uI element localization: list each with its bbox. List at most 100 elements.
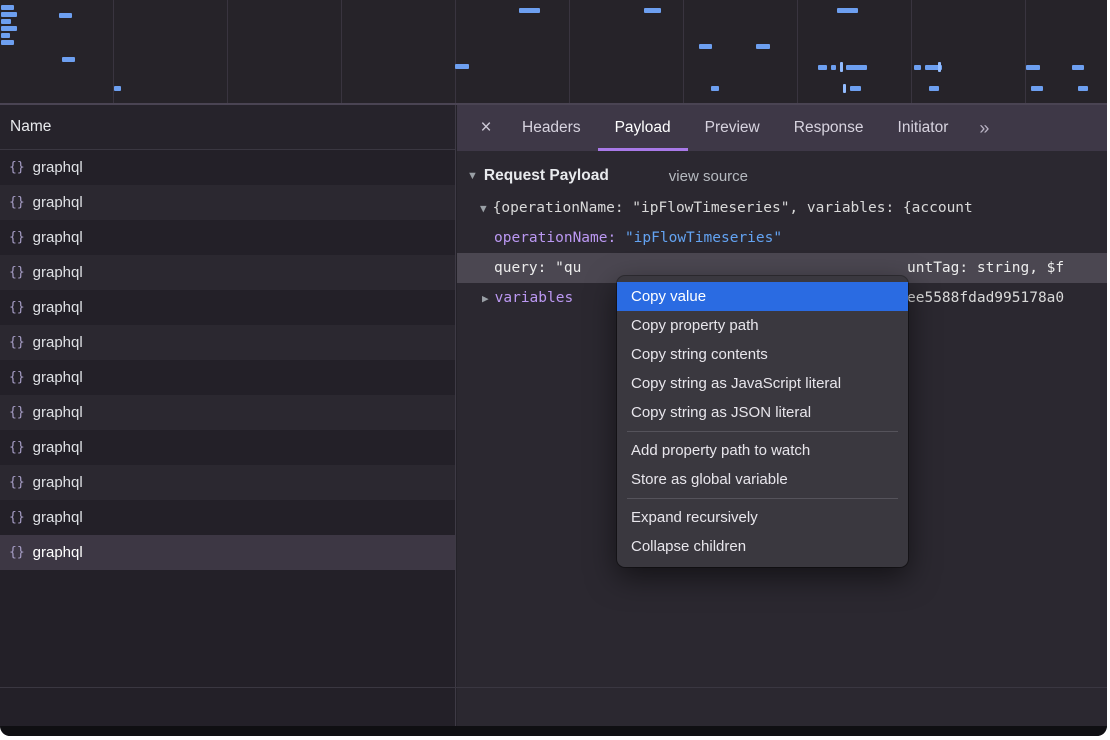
menu-separator: [627, 431, 898, 432]
menu-item-collapse-children[interactable]: Collapse children: [617, 532, 908, 561]
tab-payload[interactable]: Payload: [598, 105, 688, 151]
timeline-bar: [831, 65, 836, 70]
json-braces-icon: {}: [9, 545, 25, 560]
request-name: graphql: [33, 264, 83, 281]
timeline-bar: [519, 8, 540, 13]
json-braces-icon: {}: [9, 195, 25, 210]
timeline-bar: [1031, 86, 1043, 91]
timeline-bar: [1, 26, 17, 31]
request-name: graphql: [33, 369, 83, 386]
network-overview[interactable]: [0, 0, 1107, 105]
view-source-link[interactable]: view source: [669, 168, 748, 185]
footer-divider: [0, 687, 1107, 688]
payload-row-operationname[interactable]: operationName: "ipFlowTimeseries": [457, 223, 1107, 253]
timeline-bar: [846, 65, 867, 70]
overview-gridline: [911, 0, 912, 103]
timeline-bar: [699, 44, 712, 49]
json-braces-icon: {}: [9, 475, 25, 490]
network-panel: Name {} graphql {} graphql {} graphql {} graphq…: [0, 105, 1107, 726]
request-payload-section-header[interactable]: ▼ Request Payload view source: [457, 159, 1107, 193]
menu-item-copy-string-contents[interactable]: Copy string contents: [617, 340, 908, 369]
payload-root-row[interactable]: ▼ {operationName: "ipFlowTimeseries", var…: [457, 193, 1107, 223]
property-key: query:: [494, 260, 555, 276]
tab-initiator[interactable]: Initiator: [881, 105, 966, 151]
property-value: "ipFlowTimeseries": [625, 230, 782, 246]
tab-items: HeadersPayloadPreviewResponseInitiator: [505, 105, 965, 151]
tab-preview[interactable]: Preview: [688, 105, 777, 151]
json-braces-icon: {}: [9, 510, 25, 525]
request-name: graphql: [33, 474, 83, 491]
section-title: Request Payload: [484, 167, 609, 185]
timeline-bar: [1026, 65, 1040, 70]
menu-item-expand-recursively[interactable]: Expand recursively: [617, 503, 908, 532]
timeline-bar: [850, 86, 861, 91]
menu-item-copy-value[interactable]: Copy value: [617, 282, 908, 311]
overview-gridline: [227, 0, 228, 103]
json-braces-icon: {}: [9, 230, 25, 245]
timeline-bar: [929, 86, 939, 91]
json-braces-icon: {}: [9, 300, 25, 315]
request-name: graphql: [33, 229, 83, 246]
json-braces-icon: {}: [9, 335, 25, 350]
request-row[interactable]: {} graphql: [0, 500, 455, 535]
menu-item-copy-string-as-javascript-literal[interactable]: Copy string as JavaScript literal: [617, 369, 908, 398]
name-column-header[interactable]: Name: [0, 105, 455, 150]
close-icon[interactable]: ×: [467, 117, 505, 139]
timeline-bar: [1, 12, 17, 17]
devtools-window: Name {} graphql {} graphql {} graphql {} graphq…: [0, 0, 1107, 736]
object-preview: {operationName: "ipFlowTimeseries", vari…: [493, 200, 973, 216]
overview-gridline: [455, 0, 456, 103]
timeline-bar: [1078, 86, 1088, 91]
timeline-bar: [840, 62, 843, 72]
timeline-bar: [455, 64, 469, 69]
request-row[interactable]: {} graphql: [0, 535, 455, 570]
tab-bar: × HeadersPayloadPreviewResponseInitiator…: [457, 105, 1107, 151]
timeline-bar: [938, 62, 941, 72]
clipped-value-fragment: untTag: string, $f: [907, 253, 1064, 283]
timeline-bar: [1, 5, 14, 10]
overview-gridline: [683, 0, 684, 103]
request-name: graphql: [33, 299, 83, 316]
request-row[interactable]: {}graphql: [0, 430, 455, 465]
menu-item-copy-property-path[interactable]: Copy property path: [617, 311, 908, 340]
request-name: graphql: [33, 194, 83, 211]
overview-gridline: [797, 0, 798, 103]
tab-response[interactable]: Response: [777, 105, 881, 151]
collapse-triangle-icon: ▼: [467, 170, 478, 182]
json-braces-icon: {}: [9, 160, 25, 175]
timeline-bar: [711, 86, 719, 91]
request-row[interactable]: {}graphql: [0, 395, 455, 430]
property-key: variables: [495, 290, 574, 306]
timeline-bar: [843, 84, 846, 93]
request-name: graphql: [33, 544, 83, 561]
request-row[interactable]: {} graphql: [0, 255, 455, 290]
timeline-bar: [1, 40, 14, 45]
request-row[interactable]: {} graphql: [0, 150, 455, 185]
collapse-triangle-icon: ▼: [480, 202, 487, 215]
request-name: graphql: [33, 509, 83, 526]
request-row[interactable]: {} graphql: [0, 290, 455, 325]
request-row[interactable]: {} graphql: [0, 325, 455, 360]
json-braces-icon: {}: [9, 265, 25, 280]
property-key: operationName:: [494, 230, 625, 246]
clipped-value-fragment: ee5588fdad995178a0: [907, 283, 1064, 313]
request-row[interactable]: {} graphql: [0, 465, 455, 500]
timeline-bar: [644, 8, 661, 13]
menu-item-copy-string-as-json-literal[interactable]: Copy string as JSON literal: [617, 398, 908, 427]
timeline-bar: [59, 13, 72, 18]
expand-triangle-icon: ▶: [482, 292, 489, 305]
request-name: graphql: [33, 334, 83, 351]
overview-gridline: [1025, 0, 1026, 103]
request-row[interactable]: {} graphql: [0, 185, 455, 220]
timeline-bar: [756, 44, 770, 49]
tab-headers[interactable]: Headers: [505, 105, 598, 151]
menu-item-add-property-path-to-watch[interactable]: Add property path to watch: [617, 436, 908, 465]
overview-gridline: [569, 0, 570, 103]
request-row[interactable]: {} graphql: [0, 220, 455, 255]
request-name: graphql: [33, 159, 83, 176]
more-tabs-icon[interactable]: »: [965, 118, 1003, 139]
request-row[interactable]: {}graphql: [0, 360, 455, 395]
menu-item-store-as-global-variable[interactable]: Store as global variable: [617, 465, 908, 494]
request-table: Name {} graphql {} graphql {} graphql {} graphq…: [0, 105, 456, 726]
timeline-bar: [818, 65, 827, 70]
